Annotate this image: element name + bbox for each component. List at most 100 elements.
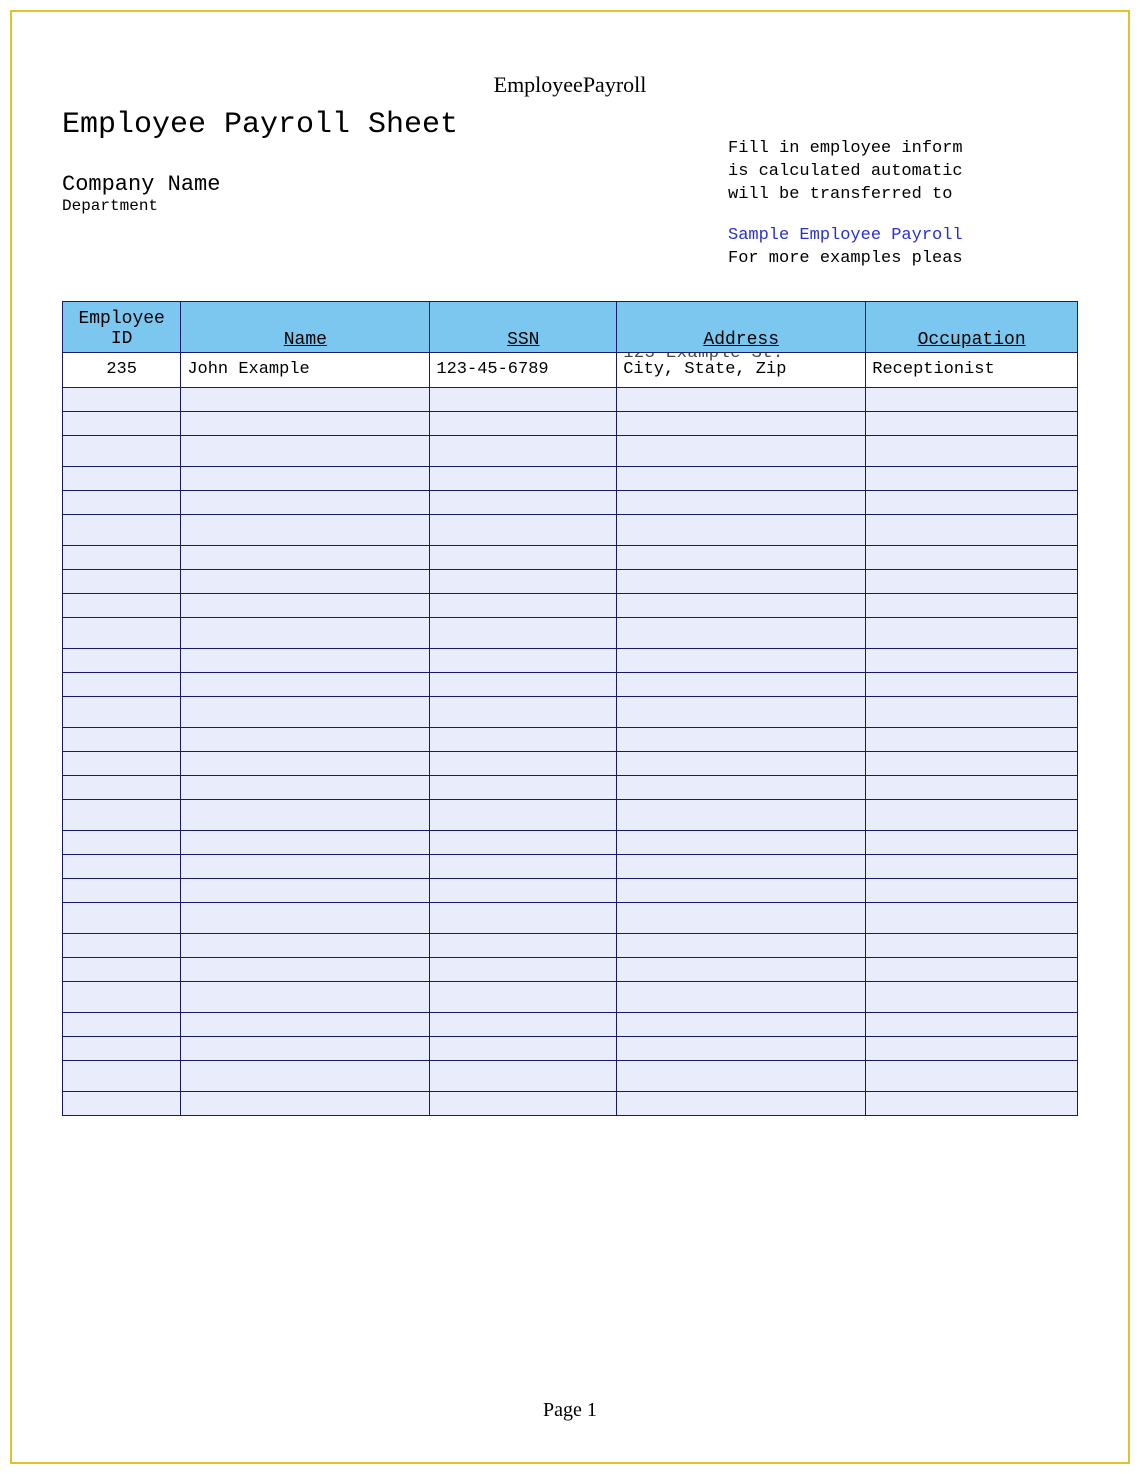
empty-cell[interactable]: [617, 672, 866, 696]
empty-cell[interactable]: [63, 466, 181, 490]
empty-cell[interactable]: [866, 830, 1078, 854]
cell-ssn[interactable]: 123-45-6789: [430, 352, 617, 387]
empty-cell[interactable]: [181, 751, 430, 775]
empty-cell[interactable]: [63, 957, 181, 981]
empty-cell[interactable]: [430, 466, 617, 490]
empty-cell[interactable]: [866, 1012, 1078, 1036]
empty-cell[interactable]: [617, 435, 866, 466]
empty-cell[interactable]: [181, 411, 430, 435]
table-row[interactable]: [63, 411, 1078, 435]
table-row[interactable]: [63, 569, 1078, 593]
empty-cell[interactable]: [866, 490, 1078, 514]
empty-cell[interactable]: [63, 545, 181, 569]
empty-cell[interactable]: [430, 1060, 617, 1091]
empty-cell[interactable]: [181, 878, 430, 902]
empty-cell[interactable]: [181, 1091, 430, 1115]
empty-cell[interactable]: [430, 854, 617, 878]
empty-cell[interactable]: [617, 514, 866, 545]
empty-cell[interactable]: [430, 569, 617, 593]
empty-cell[interactable]: [181, 775, 430, 799]
empty-cell[interactable]: [866, 696, 1078, 727]
table-row[interactable]: [63, 1036, 1078, 1060]
empty-cell[interactable]: [617, 648, 866, 672]
table-row[interactable]: [63, 514, 1078, 545]
empty-cell[interactable]: [617, 933, 866, 957]
cell-name[interactable]: John Example: [181, 352, 430, 387]
empty-cell[interactable]: [63, 435, 181, 466]
empty-cell[interactable]: [866, 902, 1078, 933]
table-row[interactable]: [63, 830, 1078, 854]
empty-cell[interactable]: [617, 545, 866, 569]
empty-cell[interactable]: [63, 878, 181, 902]
empty-cell[interactable]: [866, 1091, 1078, 1115]
empty-cell[interactable]: [181, 799, 430, 830]
empty-cell[interactable]: [63, 672, 181, 696]
empty-cell[interactable]: [63, 1091, 181, 1115]
empty-cell[interactable]: [866, 1036, 1078, 1060]
empty-cell[interactable]: [430, 775, 617, 799]
empty-cell[interactable]: [181, 902, 430, 933]
empty-cell[interactable]: [63, 981, 181, 1012]
empty-cell[interactable]: [866, 387, 1078, 411]
empty-cell[interactable]: [430, 957, 617, 981]
empty-cell[interactable]: [866, 569, 1078, 593]
empty-cell[interactable]: [866, 514, 1078, 545]
table-row[interactable]: [63, 466, 1078, 490]
empty-cell[interactable]: [181, 854, 430, 878]
empty-cell[interactable]: [866, 466, 1078, 490]
table-row[interactable]: 235 John Example 123-45-6789 123 Example…: [63, 352, 1078, 387]
empty-cell[interactable]: [430, 545, 617, 569]
table-row[interactable]: [63, 933, 1078, 957]
table-row[interactable]: [63, 648, 1078, 672]
empty-cell[interactable]: [63, 799, 181, 830]
empty-cell[interactable]: [866, 751, 1078, 775]
empty-cell[interactable]: [63, 411, 181, 435]
table-row[interactable]: [63, 1091, 1078, 1115]
table-row[interactable]: [63, 490, 1078, 514]
empty-cell[interactable]: [181, 545, 430, 569]
empty-cell[interactable]: [181, 648, 430, 672]
empty-cell[interactable]: [181, 1060, 430, 1091]
empty-cell[interactable]: [63, 727, 181, 751]
empty-cell[interactable]: [430, 435, 617, 466]
empty-cell[interactable]: [617, 387, 866, 411]
empty-cell[interactable]: [63, 933, 181, 957]
empty-cell[interactable]: [63, 514, 181, 545]
empty-cell[interactable]: [617, 902, 866, 933]
table-row[interactable]: [63, 1012, 1078, 1036]
table-row[interactable]: [63, 854, 1078, 878]
empty-cell[interactable]: [181, 1036, 430, 1060]
table-row[interactable]: [63, 1060, 1078, 1091]
empty-cell[interactable]: [430, 514, 617, 545]
empty-cell[interactable]: [63, 617, 181, 648]
table-row[interactable]: [63, 775, 1078, 799]
empty-cell[interactable]: [617, 727, 866, 751]
empty-cell[interactable]: [181, 696, 430, 727]
empty-cell[interactable]: [181, 672, 430, 696]
empty-cell[interactable]: [866, 672, 1078, 696]
empty-cell[interactable]: [63, 1060, 181, 1091]
empty-cell[interactable]: [63, 648, 181, 672]
empty-cell[interactable]: [63, 1012, 181, 1036]
empty-cell[interactable]: [617, 569, 866, 593]
table-row[interactable]: [63, 672, 1078, 696]
empty-cell[interactable]: [63, 490, 181, 514]
empty-cell[interactable]: [63, 830, 181, 854]
empty-cell[interactable]: [866, 593, 1078, 617]
empty-cell[interactable]: [866, 648, 1078, 672]
empty-cell[interactable]: [430, 490, 617, 514]
table-row[interactable]: [63, 751, 1078, 775]
empty-cell[interactable]: [617, 466, 866, 490]
empty-cell[interactable]: [63, 569, 181, 593]
empty-cell[interactable]: [866, 411, 1078, 435]
empty-cell[interactable]: [63, 387, 181, 411]
empty-cell[interactable]: [181, 387, 430, 411]
empty-cell[interactable]: [866, 957, 1078, 981]
table-row[interactable]: [63, 902, 1078, 933]
empty-cell[interactable]: [430, 411, 617, 435]
empty-cell[interactable]: [617, 593, 866, 617]
table-row[interactable]: [63, 981, 1078, 1012]
table-row[interactable]: [63, 957, 1078, 981]
empty-cell[interactable]: [430, 727, 617, 751]
empty-cell[interactable]: [617, 1091, 866, 1115]
